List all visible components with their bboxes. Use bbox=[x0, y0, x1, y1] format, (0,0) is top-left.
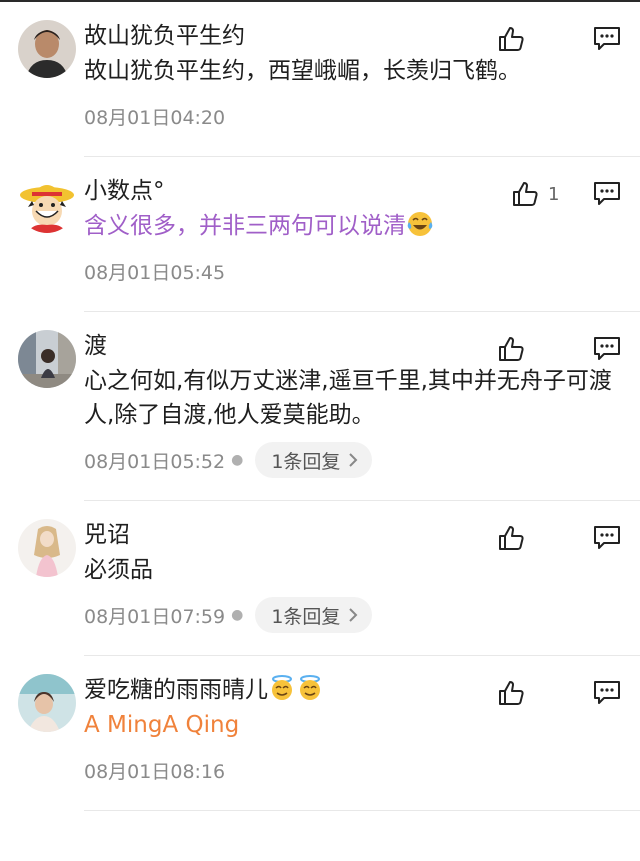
comment-actions bbox=[496, 523, 622, 553]
comment-text: 故山犹负平生约，西望峨嵋，长羡归飞鹤。 bbox=[84, 58, 521, 84]
comment-bubble-icon[interactable] bbox=[592, 25, 622, 53]
tears-of-joy-emoji-icon bbox=[407, 212, 433, 236]
thumbs-up-icon[interactable] bbox=[496, 678, 526, 708]
thumbs-up-icon[interactable] bbox=[496, 24, 526, 54]
comment-time: 08月01日07:59 bbox=[84, 605, 226, 628]
comment-meta: 08月01日08:16 bbox=[84, 752, 640, 810]
comment-bubble-icon[interactable] bbox=[592, 335, 622, 363]
comment-bubble-icon[interactable] bbox=[592, 524, 622, 552]
comment-item: 1 小数点° 含义很多，并非三两句可以说清 08月01日05:45 bbox=[18, 157, 640, 312]
angel-emoji-icon bbox=[300, 675, 320, 700]
avatar[interactable] bbox=[18, 674, 76, 732]
comment-item: 兕诏 必须品 08月01日07:59 ● 1条回复 bbox=[18, 501, 640, 656]
view-replies-button[interactable]: 1条回复 bbox=[255, 597, 373, 633]
comment-actions bbox=[496, 24, 622, 54]
view-replies-button[interactable]: 1条回复 bbox=[255, 442, 373, 478]
comment-time: 08月01日05:45 bbox=[84, 261, 226, 284]
separator-dot: ● bbox=[231, 452, 244, 468]
comment-time: 08月01日04:20 bbox=[84, 106, 226, 129]
comment-text-wrap: 含义很多，并非三两句可以说清 bbox=[84, 209, 640, 243]
angel-emoji-icon bbox=[272, 675, 292, 700]
comment-meta: 08月01日05:52 ● 1条回复 bbox=[84, 442, 640, 500]
comment-text: 心之何如,有似万丈迷津,遥亘千里,其中并无舟子可渡人,除了自渡,他人爱莫能助。 bbox=[84, 368, 612, 428]
comment-author: 爱吃糖的雨雨晴儿 bbox=[84, 677, 268, 703]
comment-text: 必须品 bbox=[84, 557, 153, 583]
girl-photo-avatar-icon bbox=[18, 674, 76, 732]
comment-meta: 08月01日05:45 bbox=[84, 253, 640, 311]
comment-text: A MingA Qing bbox=[84, 712, 240, 738]
thumbs-up-icon[interactable] bbox=[496, 523, 526, 553]
comment-text: 含义很多，并非三两句可以说清 bbox=[84, 213, 406, 239]
reply-count-label: 1条回复 bbox=[271, 605, 341, 628]
comment-meta: 08月01日07:59 ● 1条回复 bbox=[84, 597, 640, 655]
chevron-right-icon bbox=[349, 453, 358, 467]
avatar[interactable] bbox=[18, 519, 76, 577]
thumbs-up-icon[interactable] bbox=[496, 334, 526, 364]
comment-bubble-icon[interactable] bbox=[592, 679, 622, 707]
like-count: 1 bbox=[548, 183, 560, 205]
comment-time: 08月01日05:52 bbox=[84, 450, 226, 473]
reply-count-label: 1条回复 bbox=[271, 450, 341, 473]
man-portrait-avatar-icon bbox=[18, 20, 76, 78]
comment-actions bbox=[496, 678, 622, 708]
comment-bubble-icon[interactable] bbox=[592, 180, 622, 208]
separator-dot: ● bbox=[231, 607, 244, 623]
comment-item: 故山犹负平生约 故山犹负平生约，西望峨嵋，长羡归飞鹤。 08月01日04:20 bbox=[18, 2, 640, 157]
comment-actions: 1 bbox=[510, 179, 622, 209]
cartoon-straw-hat-avatar-icon bbox=[18, 175, 76, 233]
girl-sketch-avatar-icon bbox=[18, 519, 76, 577]
avatar[interactable] bbox=[18, 330, 76, 388]
comment-meta: 08月01日04:20 bbox=[84, 98, 640, 156]
avatar[interactable] bbox=[18, 20, 76, 78]
comment-item: 爱吃糖的雨雨晴儿 A MingA Qing 08月01日08:16 bbox=[18, 656, 640, 811]
thumbs-up-icon[interactable] bbox=[510, 179, 540, 209]
comment-time: 08月01日08:16 bbox=[84, 760, 226, 783]
street-photo-avatar-icon bbox=[18, 330, 76, 388]
comment-item: 渡 心之何如,有似万丈迷津,遥亘千里,其中并无舟子可渡人,除了自渡,他人爱莫能助… bbox=[18, 312, 640, 501]
chevron-right-icon bbox=[349, 608, 358, 622]
comment-actions bbox=[496, 334, 622, 364]
avatar[interactable] bbox=[18, 175, 76, 233]
